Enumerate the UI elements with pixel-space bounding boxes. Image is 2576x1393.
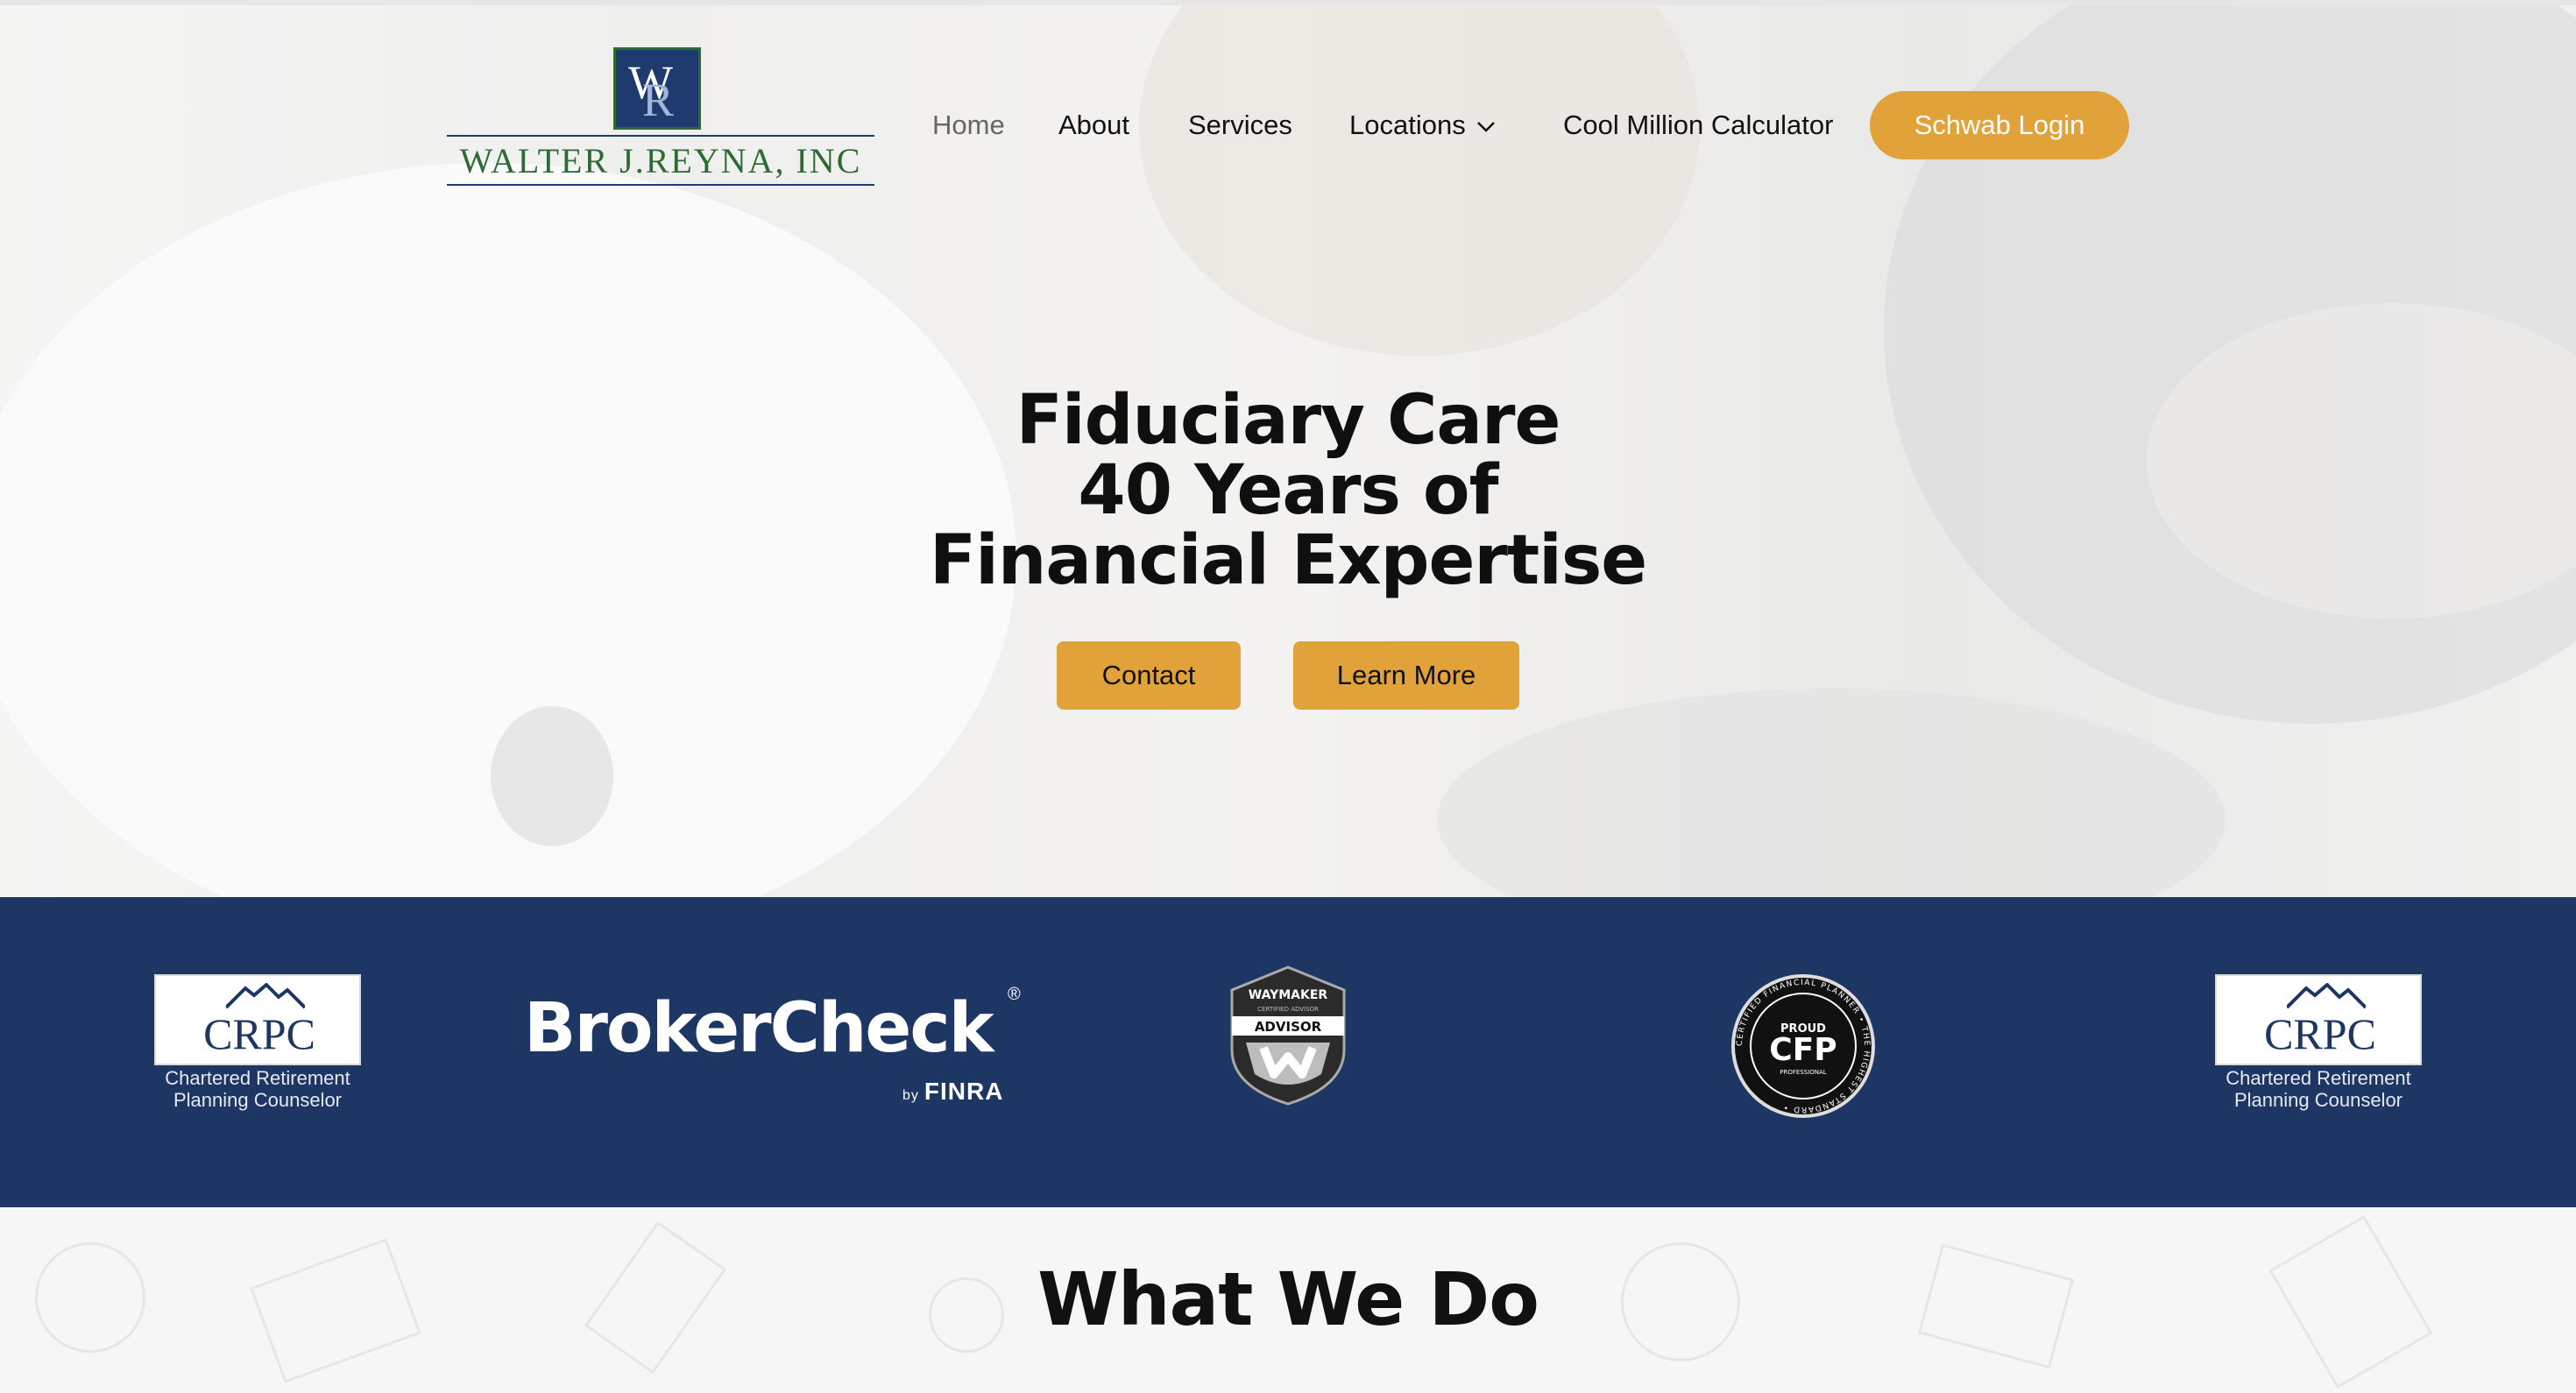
contact-button[interactable]: Contact — [1057, 641, 1241, 710]
waymaker-top-text: WAYMAKER — [1249, 988, 1328, 1002]
crpc-subtitle: Chartered Retirement Planning Counselor — [2215, 1067, 2422, 1111]
learn-more-button[interactable]: Learn More — [1293, 641, 1519, 710]
crpc-subtitle: Chartered Retirement Planning Counselor — [154, 1067, 361, 1111]
cfp-mark: CFP — [1769, 1032, 1836, 1068]
crpc-subtitle-line: Chartered Retirement — [165, 1067, 350, 1089]
brokercheck-by-label: by — [902, 1088, 919, 1103]
mountain-icon — [2287, 983, 2366, 1009]
chevron-down-icon — [1476, 90, 1496, 159]
waymaker-label: ADVISOR — [1255, 1019, 1322, 1035]
registered-mark: ® — [1008, 985, 1021, 1004]
brokercheck-by: by FINRA — [902, 1078, 1003, 1106]
crpc-subtitle-line: Planning Counselor — [173, 1089, 343, 1111]
nav-locations-label: Locations — [1349, 110, 1466, 140]
company-logo[interactable]: W R WALTER J.REYNA, INC — [445, 42, 876, 193]
crpc-subtitle-line: Planning Counselor — [2233, 1089, 2403, 1111]
what-we-do-section: What We Do — [0, 1207, 2576, 1393]
crpc-subtitle-line: Chartered Retirement — [2226, 1067, 2411, 1089]
brokercheck-logo[interactable]: BrokerCheck ® by FINRA — [524, 985, 1032, 1107]
cfp-professional-badge[interactable]: CERTIFIED FINANCIAL PLANNER • THE HIGHES… — [1730, 972, 1877, 1120]
nav-services[interactable]: Services — [1188, 91, 1292, 159]
cfp-professional: PROFESSIONAL — [1780, 1069, 1827, 1076]
hero-title: Fiduciary Care 40 Years of Financial Exp… — [789, 385, 1787, 596]
crpc-badge-box: CRPC — [154, 974, 361, 1065]
logo-text: WALTER J.REYNA, INC — [459, 141, 862, 180]
crpc-badge-box: CRPC — [2215, 974, 2422, 1065]
nav-locations[interactable]: Locations — [1349, 91, 1496, 161]
waymaker-sub-text: CERTIFIED ADVISOR — [1257, 1006, 1319, 1013]
schwab-login-button[interactable]: Schwab Login — [1870, 91, 2129, 159]
section-heading: What We Do — [1037, 1256, 1539, 1342]
mountain-icon — [226, 983, 305, 1009]
hero-title-line: Financial Expertise — [929, 521, 1647, 600]
hero-photo-shape — [491, 706, 613, 846]
hero-photo-shape — [1437, 689, 2226, 897]
logo-mark-letter: R — [642, 74, 675, 126]
hero-photo-shape — [1139, 5, 1700, 356]
brokercheck-org: FINRA — [924, 1078, 1004, 1105]
crpc-word: CRPC — [2264, 1009, 2376, 1058]
logo-rule — [447, 135, 874, 137]
crpc-word: CRPC — [203, 1009, 315, 1058]
hero-title-line: Fiduciary Care — [1016, 381, 1561, 460]
nav-cool-million-calculator[interactable]: Cool Million Calculator — [1563, 91, 1833, 159]
crpc-badge[interactable]: CRPC Chartered Retirement Planning Couns… — [154, 974, 361, 1114]
nav-home[interactable]: Home — [932, 91, 1005, 159]
nav-about[interactable]: About — [1058, 91, 1129, 159]
credentials-band: CRPC Chartered Retirement Planning Couns… — [0, 897, 2576, 1207]
logo-rule — [447, 184, 874, 186]
logo-mark: W R — [613, 47, 701, 130]
crpc-badge[interactable]: CRPC Chartered Retirement Planning Couns… — [2215, 974, 2422, 1114]
brokercheck-name: BrokerCheck — [524, 989, 994, 1068]
waymaker-advisor-badge[interactable]: WAYMAKER CERTIFIED ADVISOR ADVISOR — [1225, 964, 1351, 1107]
hero-title-line: 40 Years of — [1078, 451, 1498, 530]
